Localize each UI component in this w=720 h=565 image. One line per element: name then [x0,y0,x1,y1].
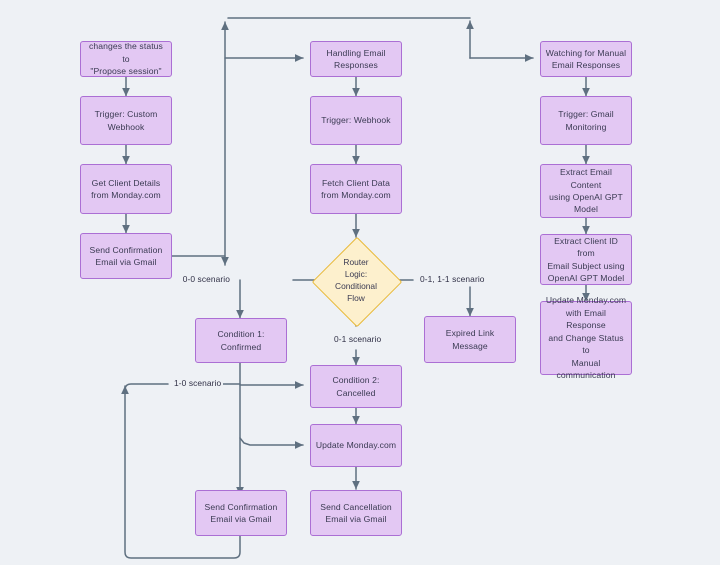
node-extract-client-id[interactable]: Extract Client ID from Email Subject usi… [540,234,632,285]
flowchart-canvas: changes the status to "Propose session" … [0,0,720,565]
node-handling-email-responses-label: Handling Email Responses [326,47,386,70]
node-handling-email-responses[interactable]: Handling Email Responses [310,41,402,77]
node-trigger-webhook-label: Trigger: Webhook [321,115,391,126]
node-condition-1[interactable]: Condition 1: Confirmed [195,318,287,363]
node-condition-2[interactable]: Condition 2: Cancelled [310,365,402,408]
node-condition-2-label: Condition 2: Cancelled [332,375,380,398]
node-watching-manual-label: Watching for Manual Email Responses [545,47,627,70]
node-status-change-label: changes the status to "Propose session" [89,41,163,77]
node-trigger-custom-webhook[interactable]: Trigger: Custom Webhook [80,96,172,145]
node-update-monday-manual[interactable]: Update Monday.com with Email Response an… [540,295,632,380]
edge-label-0-0-scenario: 0-0 scenario [180,274,232,284]
node-send-confirmation-left-label: Send Confirmation Email via Gmail [89,244,163,267]
node-router-logic[interactable]: Router Logic: Conditional Flow [311,236,403,328]
node-get-client-details[interactable]: Get Client Details from Monday.com [80,164,172,214]
node-expired-link-message-label: Expired Link Message [445,328,495,351]
node-send-cancellation[interactable]: Send Cancellation Email via Gmail [310,490,402,536]
node-fetch-client-data-label: Fetch Client Data from Monday.com [321,177,391,200]
node-trigger-webhook[interactable]: Trigger: Webhook [310,96,402,145]
node-fetch-client-data[interactable]: Fetch Client Data from Monday.com [310,164,402,214]
node-send-confirmation-bottom[interactable]: Send Confirmation Email via Gmail [195,490,287,536]
edge-label-0-1-1-1-scenario: 0-1, 1-1 scenario [418,274,487,284]
node-get-client-details-label: Get Client Details from Monday.com [91,177,161,200]
node-router-logic-label: Router Logic: Conditional Flow [335,257,377,303]
node-trigger-custom-webhook-label: Trigger: Custom Webhook [94,109,158,132]
node-condition-1-label: Condition 1: Confirmed [217,329,265,352]
node-watching-manual[interactable]: Watching for Manual Email Responses [540,41,632,77]
edge-label-1-0-scenario: 1-0 scenario [172,378,224,388]
node-send-confirmation-left[interactable]: Send Confirmation Email via Gmail [80,233,172,279]
edge-label-0-1-scenario: 0-1 scenario [332,334,384,344]
node-extract-email-content[interactable]: Extract Email Content using OpenAI GPT M… [540,164,632,218]
node-send-confirmation-bottom-label: Send Confirmation Email via Gmail [204,501,278,524]
node-trigger-gmail[interactable]: Trigger: Gmail Monitoring [540,96,632,145]
node-extract-client-id-label: Extract Client ID from Email Subject usi… [547,235,625,283]
node-extract-email-content-label: Extract Email Content using OpenAI GPT M… [549,167,623,215]
node-trigger-gmail-label: Trigger: Gmail Monitoring [558,109,614,132]
node-update-monday-label: Update Monday.com [315,440,397,451]
node-send-cancellation-label: Send Cancellation Email via Gmail [320,501,392,524]
node-update-monday[interactable]: Update Monday.com [310,424,402,467]
node-expired-link-message[interactable]: Expired Link Message [424,316,516,363]
node-status-change[interactable]: changes the status to "Propose session" [80,41,172,77]
node-update-monday-manual-label: Update Monday.com with Email Response an… [545,295,627,381]
